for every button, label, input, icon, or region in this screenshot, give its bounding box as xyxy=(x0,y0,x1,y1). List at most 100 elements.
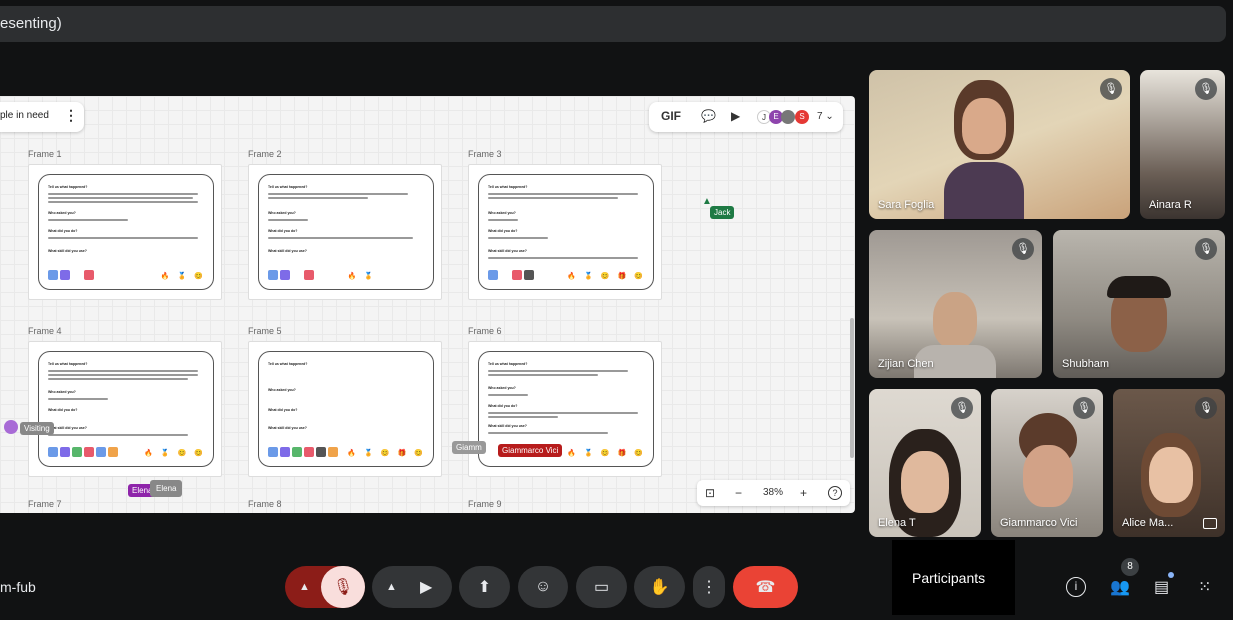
story-card: Tell us what happened? Who asked you? Wh… xyxy=(258,174,434,290)
story-card: Tell us what happened? Who asked you? Wh… xyxy=(258,351,434,467)
camera-icon: ▶ xyxy=(420,579,433,596)
text-line xyxy=(488,432,608,434)
frame-label: Frame 4 xyxy=(28,326,62,336)
skill-chip xyxy=(304,270,314,280)
pip-icon[interactable] xyxy=(1203,518,1217,529)
mic-off-icon: 🎙 xyxy=(1195,238,1217,260)
reactions-button[interactable]: ☺ xyxy=(518,566,568,608)
skill-chip xyxy=(268,447,278,457)
zoom-in-button[interactable]: + xyxy=(800,486,807,500)
skill-chip xyxy=(280,447,290,457)
board-title-bar[interactable]: ple in need ⋮ xyxy=(0,102,84,132)
question-text: Who asked you? xyxy=(488,386,516,390)
question-text: Tell us what happened? xyxy=(488,362,528,366)
emoji-stickers: 🔥 🏅 😊 🎁 😊 xyxy=(567,450,643,457)
text-line xyxy=(48,398,108,400)
question-text: Tell us what happened? xyxy=(268,362,308,366)
participant-tile[interactable]: 🎙 Giammarco Vici xyxy=(991,389,1103,537)
skill-chip xyxy=(500,270,510,280)
text-line xyxy=(488,394,528,396)
text-line xyxy=(48,197,193,199)
skill-chip xyxy=(316,447,326,457)
board-scrollbar[interactable] xyxy=(850,318,854,458)
question-text: What did you do? xyxy=(268,229,298,233)
frame-6[interactable]: Tell us what happened? Who asked you? Wh… xyxy=(468,341,662,477)
text-line xyxy=(488,237,548,239)
frame-1[interactable]: Tell us what happened? Who asked you? Wh… xyxy=(28,164,222,300)
participant-tile[interactable]: 🎙 Elena T xyxy=(869,389,981,537)
story-card: Tell us what happened? Who asked you? Wh… xyxy=(38,351,214,467)
mic-off-icon: 🎙 xyxy=(951,397,973,419)
people-icon[interactable]: 👥 xyxy=(1110,577,1130,597)
text-line xyxy=(488,374,598,376)
participant-tile[interactable]: 🎙 Ainara R xyxy=(1140,70,1225,219)
collaborator-avatar[interactable] xyxy=(781,110,795,124)
zoom-out-button[interactable]: − xyxy=(735,486,742,500)
question-text: Who asked you? xyxy=(268,388,296,392)
frame-5[interactable]: Tell us what happened? Who asked you? Wh… xyxy=(248,341,442,477)
help-icon[interactable]: ? xyxy=(828,486,842,500)
question-text: Who asked you? xyxy=(268,211,296,215)
chevron-up-icon: ▲ xyxy=(299,581,310,593)
frame-4[interactable]: Tell us what happened? Who asked you? Wh… xyxy=(28,341,222,477)
text-line xyxy=(48,374,198,376)
participant-name: Shubham xyxy=(1062,358,1110,370)
frame-2[interactable]: Tell us what happened? Who asked you? Wh… xyxy=(248,164,442,300)
activities-grid-icon[interactable]: ⁙ xyxy=(1198,577,1211,597)
skill-chip xyxy=(512,270,522,280)
question-text: What skill did you use? xyxy=(48,426,87,430)
story-card: Tell us what happened? Who asked you? Wh… xyxy=(38,174,214,290)
collaborator-avatar[interactable]: S xyxy=(795,110,809,124)
frame-label: Frame 7 xyxy=(28,499,62,509)
question-text: What skill did you use? xyxy=(488,424,527,428)
skill-chips xyxy=(48,270,94,280)
skill-chip xyxy=(60,270,70,280)
meet-window: esenting) ple in need ⋮ GIF 💬 ▶ J E S 7 … xyxy=(0,0,1233,620)
board-title: ple in need xyxy=(0,110,49,121)
emoji-stickers: 🔥 🏅 😊 🎁 😊 xyxy=(567,273,643,280)
chat-icon[interactable]: ▤ xyxy=(1154,577,1169,597)
camera-options-button[interactable]: ▲ ▶ xyxy=(372,566,452,608)
present-screen-button[interactable]: ⬆ xyxy=(459,566,510,608)
mic-off-icon: 🎙 xyxy=(332,579,354,596)
captions-button[interactable]: ▭ xyxy=(576,566,627,608)
skill-chip xyxy=(72,447,82,457)
info-icon[interactable]: i xyxy=(1066,577,1086,597)
more-options-button[interactable]: ⋮ xyxy=(693,566,725,608)
board-more-icon[interactable]: ⋮ xyxy=(64,107,78,124)
skill-chip xyxy=(72,270,82,280)
participant-tile[interactable]: 🎙 Sara Foglia xyxy=(869,70,1130,219)
collaborator-count[interactable]: 7 ⌄ xyxy=(817,111,834,122)
frame-label: Frame 1 xyxy=(28,149,62,159)
participant-tile[interactable]: 🎙 Zijian Chen xyxy=(869,230,1042,378)
shared-whiteboard[interactable]: ple in need ⋮ GIF 💬 ▶ J E S 7 ⌄ Frame 1 … xyxy=(0,96,855,513)
leave-call-button[interactable]: ☎ xyxy=(733,566,798,608)
text-line xyxy=(48,434,188,436)
presenting-title: esenting) xyxy=(0,15,62,32)
tooltip-text: Participants xyxy=(912,570,986,586)
video-icon[interactable]: ▶ xyxy=(731,109,740,123)
cursor-label-visiting: Visiting xyxy=(20,422,54,435)
story-card: Tell us what happened? Who asked you? Wh… xyxy=(478,174,654,290)
zoom-level: 38% xyxy=(763,487,784,498)
participant-name: Alice Ma... xyxy=(1122,517,1174,529)
question-text: What did you do? xyxy=(48,229,78,233)
skill-chip xyxy=(48,447,58,457)
skill-chip xyxy=(268,270,278,280)
fit-screen-icon[interactable]: ⊡ xyxy=(705,486,715,500)
frame-3[interactable]: Tell us what happened? Who asked you? Wh… xyxy=(468,164,662,300)
video-feed xyxy=(1023,445,1073,507)
skill-chip xyxy=(488,270,498,280)
end-call-icon: ☎ xyxy=(755,579,776,596)
text-line xyxy=(488,197,618,199)
chat-icon[interactable]: 💬 xyxy=(701,109,716,123)
gif-icon[interactable]: GIF xyxy=(661,109,681,123)
mic-toggle-button[interactable]: 🎙 xyxy=(321,566,365,608)
raise-hand-button[interactable]: ✋ xyxy=(634,566,685,608)
participant-tile[interactable]: 🎙 Alice Ma... xyxy=(1113,389,1225,537)
question-text: What did you do? xyxy=(48,408,78,412)
mic-off-icon: 🎙 xyxy=(1195,78,1217,100)
participant-tile[interactable]: 🎙 Shubham xyxy=(1053,230,1225,378)
participant-name: Giammarco Vici xyxy=(1000,517,1078,529)
mic-off-icon: 🎙 xyxy=(1195,397,1217,419)
